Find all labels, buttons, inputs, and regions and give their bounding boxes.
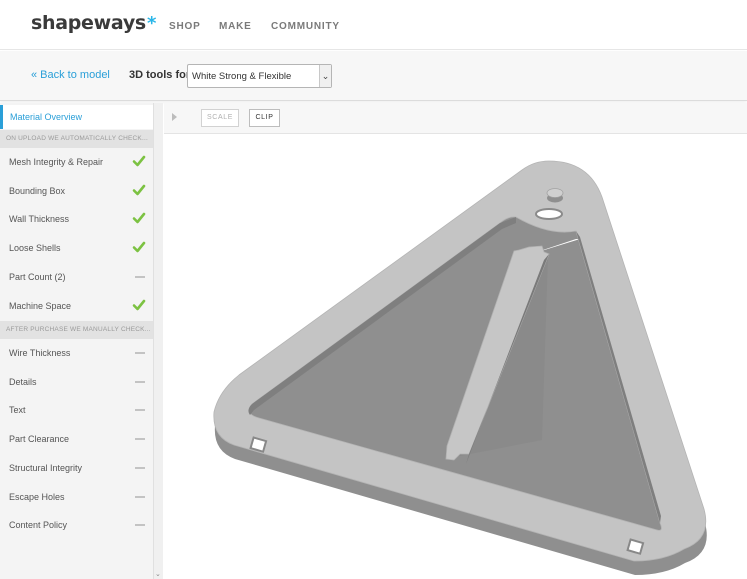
check-item-part-count-2[interactable]: Part Count (2) bbox=[0, 263, 154, 291]
pending-dash-icon bbox=[135, 352, 145, 354]
sidebar-scrollbar[interactable]: ⌄ bbox=[153, 103, 163, 579]
shapeways-logo[interactable]: shapeways* bbox=[31, 12, 156, 34]
sidebar-item-material-overview[interactable]: Material Overview bbox=[0, 105, 154, 129]
pending-dash-icon bbox=[135, 495, 145, 498]
tools-for-label: 3D tools for bbox=[129, 69, 191, 81]
check-item-machine-space[interactable]: Machine Space bbox=[0, 292, 154, 320]
check-item-wall-thickness[interactable]: Wall Thickness bbox=[0, 205, 154, 233]
pending-dash-icon bbox=[135, 409, 145, 412]
pivot-boss-top bbox=[546, 188, 564, 198]
check-item-label: Content Policy bbox=[9, 520, 68, 531]
checks-sidebar: Material Overview ON UPLOAD WE AUTOMATIC… bbox=[0, 103, 154, 579]
check-item-label: Machine Space bbox=[9, 300, 72, 311]
check-item-loose-shells[interactable]: Loose Shells bbox=[0, 234, 154, 262]
top-navigation: shapeways* SHOP MAKE COMMUNITY bbox=[0, 0, 747, 50]
check-item-mesh-integrity-repair[interactable]: Mesh Integrity & Repair bbox=[0, 148, 154, 176]
pending-dash-icon bbox=[135, 466, 145, 469]
check-item-escape-holes[interactable]: Escape Holes bbox=[0, 483, 154, 511]
expand-panel-icon[interactable] bbox=[172, 113, 177, 121]
model-render bbox=[213, 160, 707, 575]
square-hole-right bbox=[626, 538, 645, 555]
check-item-bounding-box[interactable]: Bounding Box bbox=[0, 177, 154, 205]
scale-button[interactable]: SCALE bbox=[201, 109, 239, 127]
check-item-wire-thickness[interactable]: Wire Thickness bbox=[0, 339, 154, 367]
scroll-down-icon[interactable]: ⌄ bbox=[155, 570, 161, 578]
check-item-label: Wire Thickness bbox=[9, 348, 71, 358]
pending-dash-icon bbox=[135, 380, 145, 383]
section-header-manual-checks: AFTER PURCHASE WE MANUALLY CHECK... bbox=[0, 321, 154, 339]
checkmark-icon bbox=[132, 184, 146, 195]
pending-dash-icon bbox=[135, 275, 145, 278]
section-header-auto-checks: ON UPLOAD WE AUTOMATICALLY CHECK... bbox=[0, 130, 154, 148]
square-hole-left bbox=[249, 436, 268, 453]
check-item-label: Escape Holes bbox=[9, 491, 65, 502]
clip-button[interactable]: CLIP bbox=[249, 109, 280, 127]
check-item-label: Part Count (2) bbox=[9, 271, 66, 282]
check-item-label: Loose Shells bbox=[9, 243, 61, 254]
check-item-label: Details bbox=[9, 376, 37, 387]
check-item-label: Structural Integrity bbox=[9, 462, 83, 473]
check-item-part-clearance[interactable]: Part Clearance bbox=[0, 425, 154, 453]
checkmark-icon bbox=[132, 213, 146, 224]
material-select-value: White Strong & Flexible bbox=[192, 71, 292, 82]
pending-dash-icon bbox=[135, 438, 145, 441]
slot-hole bbox=[535, 208, 563, 220]
checkmark-icon bbox=[132, 155, 146, 167]
check-item-structural-integrity[interactable]: Structural Integrity bbox=[0, 454, 154, 482]
check-item-text[interactable]: Text bbox=[0, 396, 154, 424]
checkmark-icon bbox=[132, 299, 146, 310]
checkmark-icon bbox=[132, 241, 146, 253]
check-item-label: Mesh Integrity & Repair bbox=[9, 157, 104, 167]
viewer-toolbar: SCALE CLIP bbox=[164, 103, 747, 134]
logo-star-icon: * bbox=[146, 13, 157, 34]
pending-dash-icon bbox=[135, 524, 145, 527]
nav-community-link[interactable]: COMMUNITY bbox=[271, 21, 340, 32]
model-viewer-canvas[interactable] bbox=[164, 134, 747, 579]
check-item-label: Bounding Box bbox=[9, 185, 66, 196]
check-item-details[interactable]: Details bbox=[0, 368, 154, 396]
back-to-model-link[interactable]: « Back to model bbox=[31, 69, 110, 81]
check-item-label: Part Clearance bbox=[9, 434, 70, 445]
check-item-content-policy[interactable]: Content Policy bbox=[0, 511, 154, 539]
nav-shop-link[interactable]: SHOP bbox=[169, 21, 201, 32]
nav-make-link[interactable]: MAKE bbox=[219, 21, 252, 32]
chevron-down-icon: ⌄ bbox=[319, 65, 331, 87]
tools-header-bar: « Back to model 3D tools for White Stron… bbox=[0, 51, 747, 101]
material-select[interactable]: White Strong & Flexible ⌄ bbox=[187, 64, 332, 88]
check-item-label: Text bbox=[9, 405, 26, 416]
check-item-label: Wall Thickness bbox=[9, 214, 70, 225]
